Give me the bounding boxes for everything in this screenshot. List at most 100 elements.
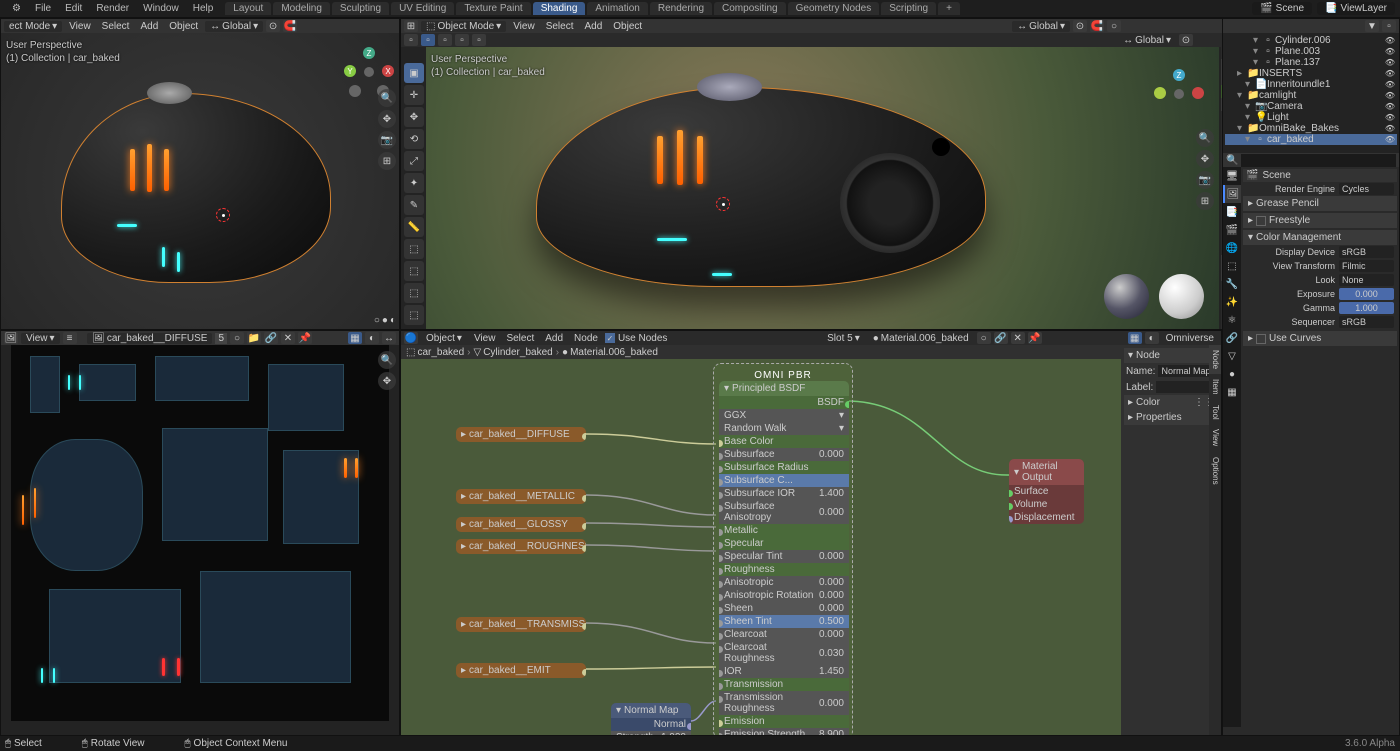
outliner-search-input[interactable] [1241,154,1396,167]
snap-icon[interactable]: 🧲 [1090,20,1104,32]
vtab-options[interactable]: Options [1209,452,1221,490]
prop-tab-constraint[interactable]: 🔗 [1223,329,1241,347]
scene-breadcrumb[interactable]: Scene [1262,170,1290,181]
transform-tool[interactable]: ✦ [404,173,424,193]
node-canvas[interactable]: ▸car_baked__DIFFUSE ▸car_baked__METALLIC… [401,359,1121,735]
vtab-view[interactable]: View [1209,424,1221,451]
shading-rendered-icon[interactable]: ◐ [390,315,396,326]
tex-node-roughness[interactable]: ▸car_baked__ROUGHNESS [456,539,586,554]
image-users[interactable]: 5 [215,333,227,344]
outliner-row[interactable]: ▾📷Camera👁 [1225,101,1397,112]
prop-tab-material[interactable]: ● [1223,365,1241,383]
move-tool[interactable]: ✥ [404,107,424,127]
pivot-icon[interactable]: ⊙ [1073,20,1087,32]
misc-tool-2[interactable]: ⬚ [404,283,424,303]
mode-dropdown[interactable]: ect Mode ▾ [4,21,62,32]
tab-animation[interactable]: Animation [587,2,647,15]
viewport-main-canvas[interactable] [426,47,1219,329]
tab-modeling[interactable]: Modeling [273,2,330,15]
scale-tool[interactable]: ⤢ [404,151,424,171]
move-icon[interactable]: ✥ [1196,150,1214,168]
sequencer-dropdown[interactable]: sRGB [1339,316,1394,328]
tex-node-glossy[interactable]: ▸car_baked__GLOSSY [456,517,586,532]
prop-tab-render[interactable]: 🖥 [1223,167,1241,185]
vtab-item[interactable]: Item [1209,374,1221,400]
menu-view[interactable]: View [65,21,95,32]
select-box-tool[interactable]: ▣ [404,63,424,83]
uv-btn2-icon[interactable]: ◐ [365,332,379,344]
measure-tool[interactable]: 📏 [404,217,424,237]
outliner-row[interactable]: ▾📁OmniBake_Bakes👁 [1225,123,1397,134]
prop-tab-physics[interactable]: ⚛ [1223,311,1241,329]
menu-select[interactable]: Select [502,333,538,344]
shading-wire-icon[interactable]: ○ [374,315,380,326]
outliner-filter-icon[interactable]: ▼ [1365,20,1379,32]
sel-tool2-icon[interactable]: ▫ [421,34,435,46]
menu-add[interactable]: Add [541,333,567,344]
tab-layout[interactable]: Layout [225,2,271,15]
tab-geometry-nodes[interactable]: Geometry Nodes [788,2,880,15]
tab-compositing[interactable]: Compositing [714,2,786,15]
gamma-value[interactable]: 1.000 [1339,302,1394,314]
principled-bsdf-node[interactable]: ▾Principled BSDF BSDF GGX▾ Random Walk▾ … [719,381,849,736]
display-device-dropdown[interactable]: sRGB [1339,246,1394,258]
menu-object[interactable]: Object [609,21,646,32]
use-nodes-checkbox[interactable]: ✓ [605,333,615,343]
image-unlink-icon[interactable]: ✕ [281,332,295,344]
omniverse-label[interactable]: Omniverse [1162,333,1218,344]
grease-pencil-section[interactable]: ▸Grease Pencil [1243,196,1397,211]
cursor-tool[interactable]: ✛ [404,85,424,105]
tex-node-emit[interactable]: ▸car_baked__EMIT [456,663,586,678]
image-btn3-icon[interactable]: 🔗 [264,332,278,344]
grid-icon[interactable]: ▦ [1128,332,1142,344]
mat-pin-icon[interactable]: 📌 [1028,332,1042,344]
node-label-input[interactable] [1156,381,1216,393]
normal-map-node[interactable]: ▾Normal Map Normal Strength1.000 Color [611,703,691,736]
menu-add[interactable]: Add [136,21,162,32]
use-curves-section[interactable]: ▸Use Curves [1243,331,1397,346]
sel-tool3-icon[interactable]: ▫ [438,34,452,46]
menu-object[interactable]: Object [165,21,202,32]
tex-node-transmission[interactable]: ▸car_baked__TRANSMISSION [456,617,586,632]
orientation-dropdown-r[interactable]: ↔ Global ▾ [1012,21,1070,32]
camera-icon[interactable]: 📷 [1196,171,1214,189]
tex-node-diffuse[interactable]: ▸car_baked__DIFFUSE [456,427,586,442]
backdrop-icon[interactable]: ◐ [1145,332,1159,344]
prop-tab-scene[interactable]: 🎬 [1223,221,1241,239]
image-pin-icon[interactable]: 📌 [298,332,312,344]
image-selector[interactable]: 🖼 car_baked__DIFFUSE [87,333,212,344]
color-section-header[interactable]: ▸Color⋮⋮ [1124,395,1218,410]
menu-add[interactable]: Add [580,21,606,32]
outliner-row[interactable]: ▾▫Cylinder.006👁 [1225,35,1397,46]
viewlayer-selector[interactable]: 📑 ViewLayer [1317,2,1395,15]
outliner-row[interactable]: ▾📄Inneritoundle1👁 [1225,79,1397,90]
outliner-row[interactable]: ▸📁INSERTS👁 [1225,68,1397,79]
drag-icon[interactable]: ⊙ [1179,34,1193,46]
uv-btn3-icon[interactable]: ↔ [382,332,396,344]
material-selector[interactable]: ● Material.006_baked [868,333,974,344]
crumb-material[interactable]: ● Material.006_baked [562,347,658,358]
rotate-tool[interactable]: ⟲ [404,129,424,149]
nav-gizmo-main[interactable]: Z [1154,69,1204,119]
freestyle-section[interactable]: ▸Freestyle [1243,213,1397,228]
tab-shading[interactable]: Shading [533,2,586,15]
node-section-header[interactable]: ▾Node [1124,348,1218,363]
editor-type-icon[interactable]: 🖼 [4,332,18,344]
move-icon[interactable]: ✥ [378,372,396,390]
menu-edit[interactable]: Edit [58,3,89,14]
zoom-icon[interactable]: 🔍 [378,89,396,107]
outliner-row[interactable]: ▾▫Plane.003👁 [1225,46,1397,57]
proportional-icon[interactable]: ○ [1107,20,1121,32]
slot-dropdown[interactable]: Slot 5 ▾ [822,333,865,344]
camera-icon[interactable]: 📷 [378,131,396,149]
look-dropdown[interactable]: None [1339,274,1394,286]
uv-display-icon[interactable]: ▦ [348,332,362,344]
editor-type-icon[interactable]: 🔵 [404,332,418,344]
sel-tool4-icon[interactable]: ▫ [455,34,469,46]
crumb-mesh[interactable]: ▽ Cylinder_baked [474,347,553,358]
prop-tab-data[interactable]: ▽ [1223,347,1241,365]
menu-select[interactable]: Select [98,21,134,32]
mat-copy-icon[interactable]: 🔗 [994,332,1008,344]
shading-solid-icon[interactable]: ● [382,315,388,326]
snap-btn[interactable]: 🧲 [283,20,297,32]
